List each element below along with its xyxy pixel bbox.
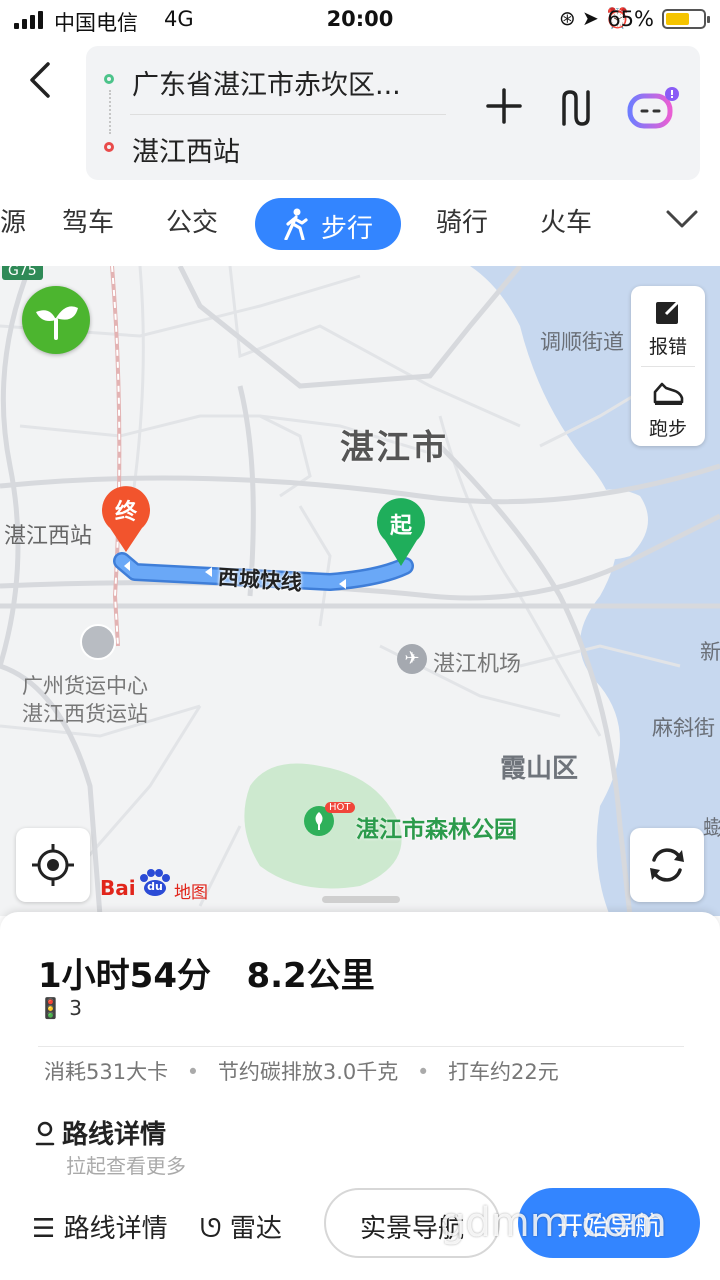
crosshair-icon (32, 844, 74, 886)
tab-taxi[interactable]: 源 (0, 202, 26, 239)
route-connector (109, 90, 112, 134)
chevron-left-icon (30, 62, 50, 98)
end-marker-label: 终 (114, 500, 137, 525)
start-location-field[interactable]: 广东省湛江市赤坎区... (132, 63, 401, 102)
divider (130, 114, 446, 115)
location-pin-icon (35, 1121, 55, 1146)
tab-bus[interactable]: 公交 (166, 202, 218, 239)
battery-icon (662, 9, 710, 29)
robot-assistant-icon (627, 87, 679, 129)
running-shoe-icon (653, 382, 684, 405)
swap-icon (562, 90, 590, 126)
radar-button-label: 雷达 (229, 1214, 282, 1244)
rotation-lock-icon: ⊛ (558, 6, 576, 30)
map-label-district: 霞山区 (500, 754, 579, 784)
radar-button[interactable]: ᘎ 雷达 (200, 1208, 282, 1245)
report-error-label: 报错 (648, 336, 687, 358)
map-label-qiao: 蟛 (703, 816, 720, 840)
start-marker[interactable]: 起 (375, 496, 427, 568)
eco-button[interactable] (22, 286, 90, 354)
route-input-box: 广东省湛江市赤坎区... 湛江西站 (86, 46, 700, 180)
map-view[interactable]: G75 报错 跑步 调顺街道 湛江市 湛江西站 西城快线 广州货运中心 湛江西货… (0, 266, 720, 916)
pull-up-hint: 拉起查看更多 (66, 1154, 186, 1178)
map-tools-card: 报错 跑步 (631, 286, 705, 446)
location-icon: ➤ (581, 6, 599, 30)
leaf-sprout-icon (36, 306, 78, 340)
chevron-down-icon (666, 210, 698, 228)
map-label-freight-2: 湛江西货运站 (22, 702, 148, 726)
divider (641, 366, 695, 367)
status-bar: 中国电信 4G 20:00 ⊛ ➤ ⏰ 65% (0, 0, 720, 40)
more-tabs-button[interactable] (664, 208, 700, 232)
edit-icon (656, 299, 681, 324)
tab-bike[interactable]: 骑行 (436, 202, 488, 239)
hot-badge: HOT (325, 802, 355, 813)
map-label-city: 湛江市 (340, 428, 448, 468)
highway-badge: G75 (2, 266, 43, 280)
map-label-freight-1: 广州货运中心 (22, 674, 148, 698)
watermark: gdmm.com (440, 1200, 667, 1246)
add-waypoint-button[interactable] (486, 88, 522, 124)
tab-drive[interactable]: 驾车 (62, 202, 114, 239)
running-label: 跑步 (648, 418, 687, 440)
map-label-west-station: 湛江西站 (4, 524, 93, 549)
back-button[interactable] (22, 58, 62, 102)
taxi-estimate: 打车约22元 (448, 1060, 559, 1084)
transport-mode-tabs: 源 驾车 公交 步行 骑行 火车 (0, 192, 720, 256)
end-dot-icon (104, 142, 114, 152)
plus-icon (486, 88, 522, 124)
map-label-maxie: 麻斜街 (652, 716, 715, 740)
map-label-xin: 新 (700, 640, 720, 664)
swap-button[interactable] (558, 90, 598, 126)
tab-walk[interactable]: 步行 (255, 198, 401, 250)
start-marker-label: 起 (389, 514, 412, 539)
airport-icon: ✈ (397, 644, 427, 674)
battery-percent: 65% (607, 7, 654, 31)
end-location-field[interactable]: 湛江西站 (132, 130, 240, 169)
list-icon: ☰ (32, 1214, 56, 1244)
map-label-tiaoshun: 调顺街道 (540, 330, 624, 354)
refresh-icon (650, 848, 684, 882)
locate-button[interactable] (16, 828, 90, 902)
route-detail-button-label: 路线详情 (63, 1214, 168, 1244)
route-duration-distance: 1小时54分 8.2公里 (38, 956, 375, 996)
radar-icon: ᘎ (200, 1214, 222, 1244)
tab-walk-label: 步行 (321, 214, 374, 244)
traffic-light-icon: 🚦 (38, 996, 63, 1020)
map-label-airport: 湛江机场 (433, 652, 522, 677)
calories: 消耗531大卡 (44, 1060, 169, 1084)
route-detail-header[interactable]: 路线详情 (34, 1114, 166, 1151)
traffic-lights-count: 🚦 3 (38, 996, 82, 1020)
assistant-button[interactable] (626, 84, 680, 132)
running-mode-button[interactable]: 跑步 (631, 368, 705, 446)
tab-train[interactable]: 火车 (540, 202, 592, 239)
walking-person-icon (284, 208, 308, 240)
report-error-button[interactable]: 报错 (631, 286, 705, 366)
carbon-saving: 节约碳排放3.0千克 (217, 1060, 399, 1084)
divider (38, 1046, 684, 1047)
paw-icon: du (138, 868, 172, 896)
route-detail-title: 路线详情 (62, 1120, 167, 1150)
refresh-route-button[interactable] (630, 828, 704, 902)
route-road-name: 西城快线 (217, 565, 303, 595)
route-stats: 消耗531大卡 • 节约碳排放3.0千克 • 打车约22元 (44, 1060, 559, 1084)
drag-handle[interactable] (322, 896, 400, 903)
freight-station-icon (80, 624, 116, 660)
end-marker[interactable]: 终 (100, 484, 152, 554)
map-label-forest-park[interactable]: 湛江市森林公园 (356, 810, 517, 844)
route-detail-button[interactable]: ☰ 路线详情 (32, 1208, 168, 1245)
start-dot-icon (104, 74, 114, 84)
